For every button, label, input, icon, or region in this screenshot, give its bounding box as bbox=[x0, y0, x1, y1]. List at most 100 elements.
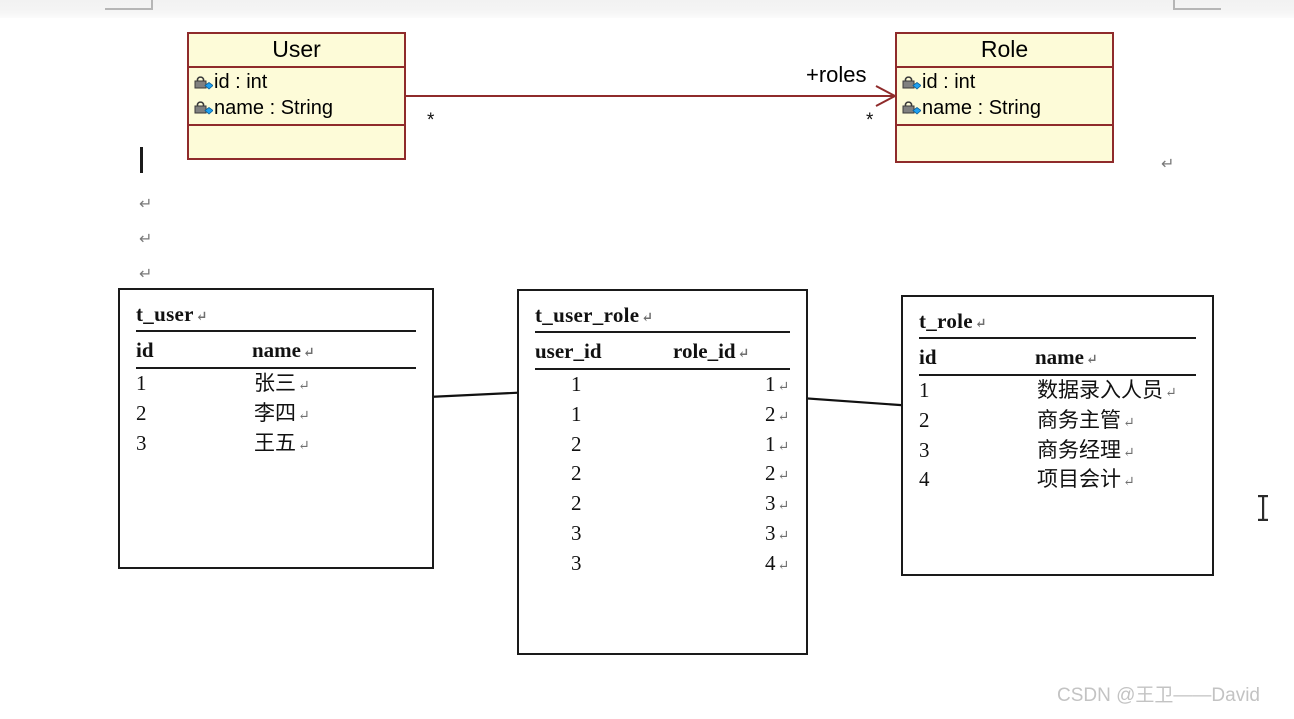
private-attribute-icon bbox=[902, 101, 921, 115]
db-cell: 3 ↵ bbox=[765, 521, 790, 546]
db-column-header: name ↵ bbox=[1035, 345, 1098, 369]
db-cell: 4 bbox=[919, 467, 930, 492]
private-attribute-icon bbox=[194, 101, 213, 115]
paragraph-return-icon: ↵ bbox=[777, 409, 790, 425]
text-caret bbox=[140, 147, 143, 173]
paragraph-return-icon: ↵ bbox=[139, 196, 153, 213]
db-cell: 1 bbox=[919, 378, 930, 402]
db-cell: 李四 ↵ bbox=[254, 400, 310, 425]
margin-corner-mark-left bbox=[105, 0, 153, 10]
paragraph-return-icon: ↵ bbox=[777, 558, 790, 574]
document-top-band bbox=[0, 0, 1294, 18]
db-cell: 2 bbox=[136, 400, 147, 425]
uml-attribute-row: id : int bbox=[901, 70, 1112, 96]
table-row: 1 1 ↵ bbox=[535, 370, 790, 400]
paragraph-return-icon: ↵ bbox=[974, 317, 987, 332]
table-row: 2 李四 ↵ bbox=[136, 399, 416, 429]
uml-attribute-text: name : String bbox=[214, 96, 333, 119]
db-cell: 1 bbox=[571, 401, 582, 426]
table-row: 3 4 ↵ bbox=[535, 549, 790, 579]
db-cell: 3 bbox=[571, 521, 582, 546]
paragraph-return-icon: ↵ bbox=[1086, 353, 1098, 368]
uml-attribute-row: name : String bbox=[193, 96, 404, 122]
association-multiplicity-target: * bbox=[866, 110, 874, 131]
uml-attribute-row: id : int bbox=[193, 70, 404, 96]
uml-attribute-row: name : String bbox=[901, 96, 1112, 122]
db-column-header: user_id bbox=[535, 339, 602, 363]
db-cell: 2 ↵ bbox=[765, 401, 790, 426]
db-cell: 商务经理 ↵ bbox=[1037, 437, 1135, 462]
paragraph-return-icon: ↵ bbox=[737, 347, 750, 362]
table-row: 1 2 ↵ bbox=[535, 400, 790, 430]
paragraph-return-icon: ↵ bbox=[777, 439, 790, 455]
db-table-name: t_user_role ↵ bbox=[535, 303, 790, 333]
db-column-header: role_id ↵ bbox=[673, 339, 750, 363]
paragraph-return-icon: ↵ bbox=[1161, 156, 1175, 173]
paragraph-return-icon: ↵ bbox=[777, 380, 790, 395]
uml-class-user-title: User bbox=[189, 34, 404, 69]
table-row: 2 2 ↵ bbox=[535, 459, 790, 489]
db-table-t-user-role: t_user_role ↵ user_id role_id ↵ 1 1 ↵ 1 2 ↵ … bbox=[517, 289, 808, 655]
paragraph-return-icon: ↵ bbox=[777, 469, 790, 485]
db-table-header-row: id name ↵ bbox=[919, 339, 1196, 376]
db-cell: 1 ↵ bbox=[765, 431, 790, 456]
paragraph-return-icon: ↵ bbox=[298, 408, 310, 424]
db-column-header: id bbox=[136, 338, 154, 362]
db-cell: 3 bbox=[919, 437, 930, 462]
uml-attribute-text: id : int bbox=[214, 71, 268, 94]
paragraph-return-icon: ↵ bbox=[1123, 475, 1135, 491]
db-cell: 2 bbox=[571, 491, 582, 516]
uml-class-user-attributes: id : int name : String bbox=[189, 68, 404, 127]
table-row: 3 王五 ↵ bbox=[136, 429, 416, 459]
db-table-name: t_role ↵ bbox=[919, 309, 1196, 339]
db-cell: 1 bbox=[136, 371, 147, 395]
table-row: 3 3 ↵ bbox=[535, 519, 790, 549]
db-cell: 张三 ↵ bbox=[254, 371, 310, 395]
table-row: 1 张三 ↵ bbox=[136, 369, 416, 399]
table-row: 4 项目会计 ↵ bbox=[919, 465, 1196, 495]
db-table-t-user: t_user ↵ id name ↵ 1 张三 ↵ 2 李四 ↵ 3 王五 ↵ bbox=[118, 288, 434, 569]
paragraph-return-icon: ↵ bbox=[1123, 415, 1135, 431]
table-row: 2 3 ↵ bbox=[535, 489, 790, 519]
paragraph-return-icon: ↵ bbox=[641, 311, 654, 326]
private-attribute-icon bbox=[902, 75, 921, 90]
margin-corner-mark-right bbox=[1173, 0, 1221, 10]
db-table-header-row: user_id role_id ↵ bbox=[535, 333, 790, 370]
paragraph-return-icon: ↵ bbox=[298, 379, 310, 394]
uml-class-role-operations bbox=[897, 126, 1112, 148]
db-column-header: id bbox=[919, 345, 937, 369]
db-cell: 商务主管 ↵ bbox=[1037, 407, 1135, 432]
paragraph-return-icon: ↵ bbox=[777, 499, 790, 515]
private-attribute-icon bbox=[194, 75, 213, 90]
db-table-name: t_user ↵ bbox=[136, 302, 416, 332]
table-row: 2 1 ↵ bbox=[535, 430, 790, 460]
db-table-name-text: t_user_role bbox=[535, 303, 640, 327]
paragraph-return-icon: ↵ bbox=[195, 310, 208, 325]
csdn-watermark: CSDN @王卫——David bbox=[1057, 685, 1260, 706]
db-cell: 3 bbox=[136, 430, 147, 455]
paragraph-return-icon: ↵ bbox=[777, 529, 790, 545]
paragraph-return-icon: ↵ bbox=[1123, 445, 1135, 461]
paragraph-return-icon: ↵ bbox=[298, 438, 310, 454]
db-cell: 2 ↵ bbox=[765, 461, 790, 486]
paragraph-return-icon: ↵ bbox=[139, 231, 153, 248]
table-row: 3 商务经理 ↵ bbox=[919, 436, 1196, 466]
association-role-label: +roles bbox=[806, 62, 867, 87]
paragraph-return-icon: ↵ bbox=[1165, 386, 1177, 401]
uml-class-role[interactable]: Role id : int name : String bbox=[895, 32, 1114, 163]
db-table-header-row: id name ↵ bbox=[136, 332, 416, 369]
db-cell: 3 ↵ bbox=[765, 491, 790, 516]
db-cell: 数据录入人员 ↵ bbox=[1037, 378, 1177, 402]
db-cell: 3 bbox=[571, 550, 582, 575]
db-cell: 2 bbox=[919, 407, 930, 432]
db-cell: 王五 ↵ bbox=[254, 430, 310, 455]
association-multiplicity-source: * bbox=[427, 110, 435, 131]
uml-attribute-text: id : int bbox=[922, 71, 976, 94]
db-table-t-role: t_role ↵ id name ↵ 1 数据录入人员 ↵ 2 商务主管 ↵ 3 商务经… bbox=[901, 295, 1214, 576]
uml-class-role-attributes: id : int name : String bbox=[897, 68, 1112, 127]
uml-class-user[interactable]: User id : int name : String bbox=[187, 32, 406, 160]
i-beam-cursor-icon bbox=[1258, 495, 1268, 521]
db-cell: 1 ↵ bbox=[765, 372, 790, 396]
uml-class-user-operations bbox=[189, 126, 404, 148]
db-cell: 1 bbox=[571, 372, 582, 396]
